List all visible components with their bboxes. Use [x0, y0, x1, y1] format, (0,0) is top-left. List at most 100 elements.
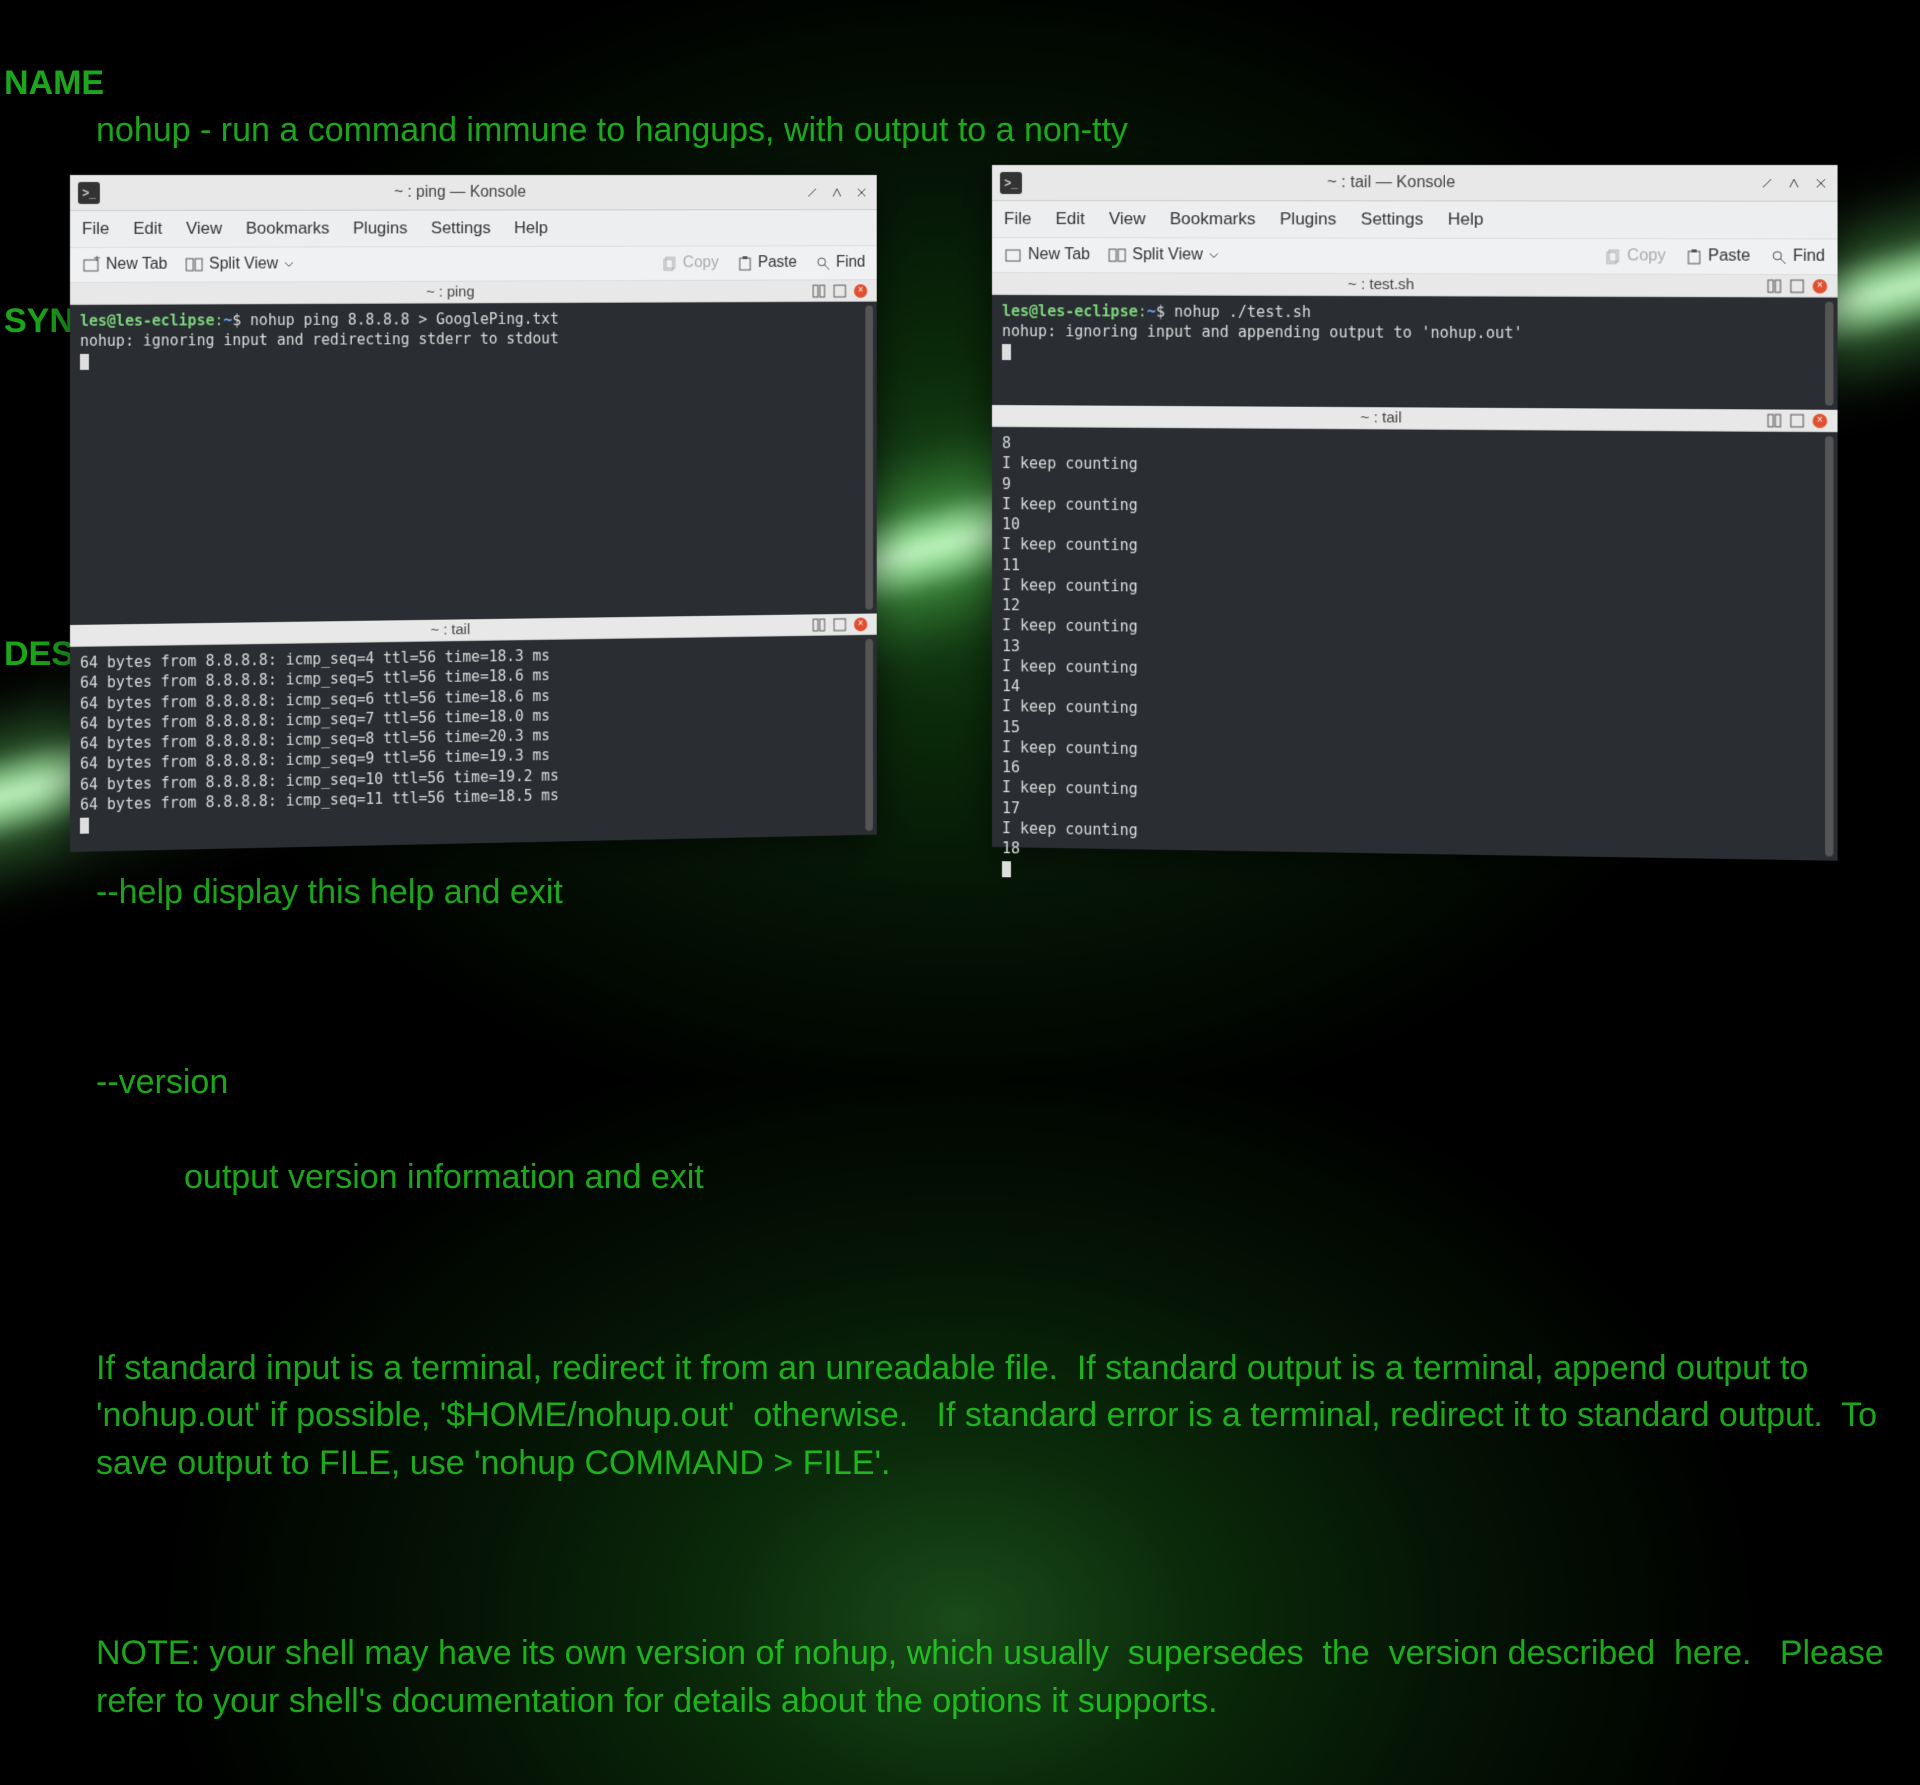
expand-icon[interactable]	[833, 617, 846, 631]
minimize-button[interactable]	[805, 184, 820, 200]
app-icon: >_	[78, 181, 100, 203]
minimize-button[interactable]	[1759, 175, 1776, 191]
copy-icon	[1606, 249, 1621, 264]
pane-label: ~ : test.sh	[1002, 275, 1767, 294]
paste-icon	[738, 256, 752, 271]
new-tab-icon	[82, 256, 100, 274]
menu-view[interactable]: View	[186, 219, 222, 239]
prompt-user: les@les-eclipse	[80, 311, 214, 330]
paste-label: Paste	[1708, 247, 1750, 265]
scrollbar[interactable]	[1825, 436, 1833, 856]
scrollbar[interactable]	[865, 306, 873, 610]
terminal-pane-tail[interactable]: 64 bytes from 8.8.8.8: icmp_seq=4 ttl=56…	[70, 635, 877, 852]
command-output: nohup: ignoring input and redirecting st…	[80, 327, 867, 351]
layout-icon[interactable]	[1767, 413, 1782, 427]
layout-icon[interactable]	[812, 284, 825, 298]
cursor	[1002, 344, 1011, 360]
scrollbar[interactable]	[1825, 302, 1833, 406]
close-button[interactable]	[854, 184, 869, 200]
menu-settings[interactable]: Settings	[431, 218, 491, 238]
menubar: File Edit View Bookmarks Plugins Setting…	[992, 201, 1838, 239]
titlebar[interactable]: >_ ~ : tail — Konsole	[992, 165, 1838, 202]
menu-plugins[interactable]: Plugins	[353, 219, 408, 239]
toolbar: New Tab Split View Copy Paste Find	[992, 238, 1838, 275]
pane-label: ~ : tail	[1002, 407, 1767, 429]
close-pane-button[interactable]: ×	[854, 284, 867, 298]
close-pane-button[interactable]: ×	[854, 617, 867, 631]
konsole-window-left[interactable]: >_ ~ : ping — Konsole File Edit View Boo…	[70, 175, 877, 852]
toolbar: New Tab Split View Copy Paste Find	[70, 246, 877, 283]
titlebar[interactable]: >_ ~ : ping — Konsole	[70, 175, 877, 211]
close-pane-button[interactable]: ×	[1813, 279, 1828, 293]
menu-edit[interactable]: Edit	[133, 219, 162, 239]
menu-help[interactable]: Help	[1448, 209, 1484, 229]
prompt-path: ~	[1147, 303, 1156, 321]
split-view-icon	[1108, 246, 1126, 264]
menu-file[interactable]: File	[82, 219, 109, 239]
app-icon: >_	[1000, 172, 1022, 194]
man-desc-version: --version	[4, 1059, 1916, 1107]
cursor	[80, 817, 89, 833]
man-desc-note: NOTE: your shell may have its own versio…	[4, 1630, 1916, 1725]
cursor	[80, 354, 89, 370]
window-title: ~ : tail — Konsole	[1030, 174, 1759, 192]
new-tab-label: New Tab	[106, 256, 168, 274]
find-button[interactable]: Find	[1771, 248, 1825, 266]
copy-label: Copy	[1627, 247, 1665, 265]
split-view-label: Split View	[209, 255, 278, 273]
command-text: nohup ./test.sh	[1174, 303, 1311, 322]
menu-bookmarks[interactable]: Bookmarks	[246, 219, 330, 239]
copy-button[interactable]: Copy	[1606, 247, 1666, 265]
scrollbar[interactable]	[865, 639, 873, 831]
menu-settings[interactable]: Settings	[1361, 209, 1424, 229]
menubar: File Edit View Bookmarks Plugins Setting…	[70, 210, 877, 248]
new-tab-button[interactable]: New Tab	[82, 256, 167, 274]
expand-icon[interactable]	[833, 284, 846, 298]
paste-icon	[1686, 249, 1701, 264]
konsole-window-right[interactable]: >_ ~ : tail — Konsole File Edit View Boo…	[992, 165, 1838, 861]
chevron-down-icon	[284, 259, 294, 269]
layout-icon[interactable]	[1767, 279, 1782, 293]
split-view-icon	[185, 256, 203, 274]
expand-icon[interactable]	[1790, 279, 1805, 293]
man-name-text: nohup - run a command immune to hangups,…	[4, 107, 1916, 155]
terminal-pane-tail[interactable]: 8I keep counting9I keep counting10I keep…	[992, 427, 1838, 861]
new-tab-button[interactable]: New Tab	[1004, 246, 1090, 264]
search-icon	[816, 256, 830, 271]
pane-header-testsh: ~ : test.sh ×	[992, 273, 1838, 298]
split-view-button[interactable]: Split View	[185, 255, 294, 273]
prompt-user: les@les-eclipse	[1002, 302, 1138, 321]
search-icon	[1771, 249, 1787, 264]
cursor	[1002, 861, 1011, 877]
paste-button[interactable]: Paste	[738, 254, 797, 272]
close-pane-button[interactable]: ×	[1813, 413, 1828, 427]
maximize-button[interactable]	[1786, 175, 1803, 191]
menu-bookmarks[interactable]: Bookmarks	[1170, 209, 1256, 229]
split-view-button[interactable]: Split View	[1108, 246, 1219, 264]
new-tab-label: New Tab	[1028, 246, 1090, 264]
chevron-down-icon	[1209, 250, 1219, 260]
menu-plugins[interactable]: Plugins	[1280, 209, 1337, 229]
close-button[interactable]	[1813, 175, 1830, 191]
copy-button[interactable]: Copy	[663, 254, 719, 272]
menu-view[interactable]: View	[1109, 209, 1146, 229]
command-text: nohup ping 8.8.8.8 > GooglePing.txt	[250, 310, 559, 329]
paste-button[interactable]: Paste	[1686, 247, 1750, 265]
copy-icon	[663, 256, 677, 271]
menu-help[interactable]: Help	[514, 218, 548, 238]
find-label: Find	[1793, 248, 1825, 266]
copy-label: Copy	[683, 254, 719, 272]
man-name-heading: NAME	[4, 64, 104, 102]
man-desc-para: If standard input is a terminal, redirec…	[4, 1345, 1916, 1488]
split-view-label: Split View	[1132, 246, 1202, 264]
maximize-button[interactable]	[829, 184, 844, 200]
terminal-pane-ping[interactable]: les@les-eclipse:~$ nohup ping 8.8.8.8 > …	[70, 302, 877, 625]
menu-edit[interactable]: Edit	[1055, 209, 1084, 229]
new-tab-icon	[1004, 246, 1022, 264]
layout-icon[interactable]	[812, 618, 825, 632]
expand-icon[interactable]	[1790, 413, 1805, 427]
terminal-pane-testsh[interactable]: les@les-eclipse:~$ nohup ./test.sh nohup…	[992, 295, 1838, 410]
find-label: Find	[836, 254, 866, 272]
find-button[interactable]: Find	[816, 254, 865, 272]
menu-file[interactable]: File	[1004, 209, 1031, 229]
